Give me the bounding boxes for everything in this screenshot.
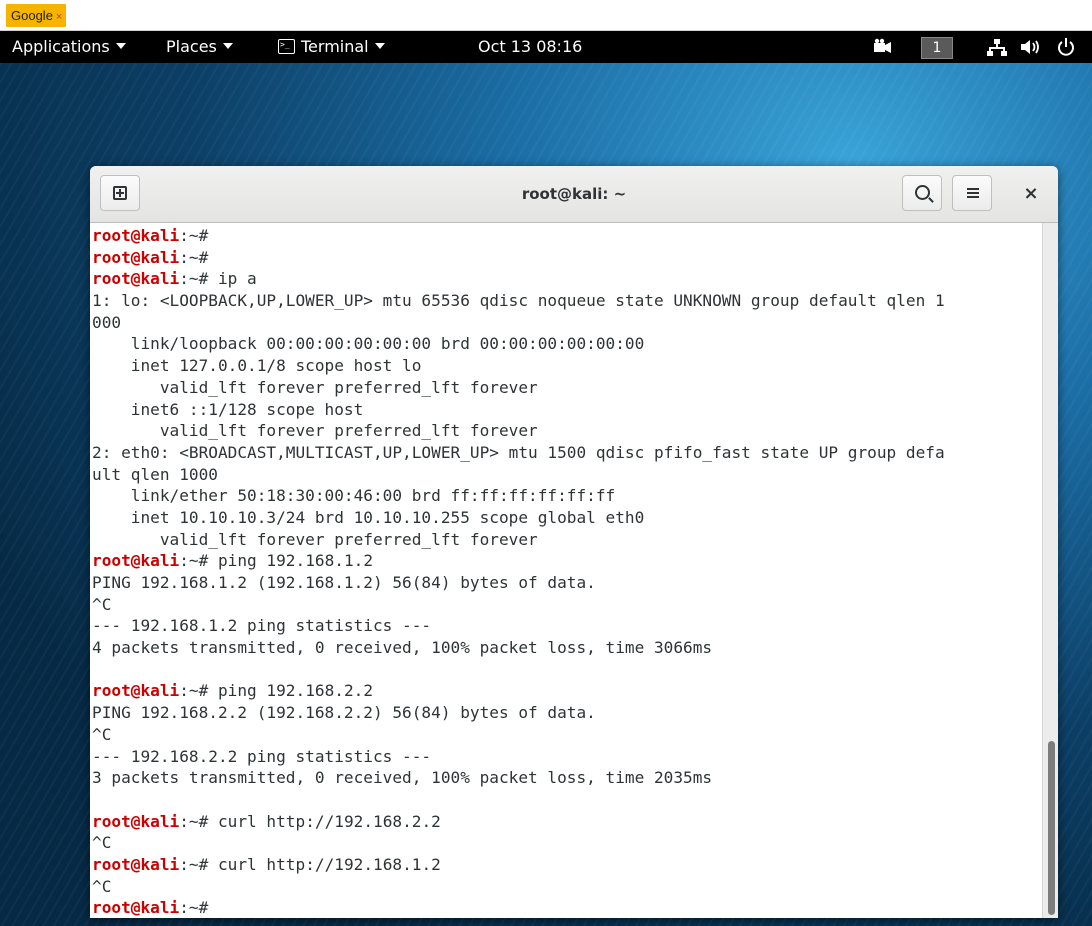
browser-tab-strip: Google ×	[0, 0, 1092, 31]
top-panel: Applications Places Terminal Oct 13 08:1…	[0, 31, 1092, 63]
prompt-user: root@kali	[92, 898, 180, 918]
output-line: ult qlen 1000	[92, 464, 218, 484]
output-line: valid_lft forever preferred_lft forever	[92, 377, 538, 397]
prompt-line: root@kali:~#	[92, 247, 1042, 269]
tab-close-icon[interactable]: ×	[56, 11, 62, 23]
command-text: ip a	[208, 269, 257, 289]
chevron-down-icon	[115, 43, 126, 49]
prompt-path: :~#	[179, 811, 209, 831]
applications-label: Applications	[12, 37, 110, 56]
output-line: link/loopback 00:00:00:00:00:00 brd 00:0…	[92, 334, 645, 354]
workspace-number: 1	[921, 36, 953, 59]
chevron-down-icon	[222, 43, 233, 49]
terminal-app-menu[interactable]: Terminal	[278, 31, 385, 63]
prompt-user: root@kali	[92, 247, 180, 267]
prompt-path: :~#	[179, 551, 209, 571]
output-line: ^C	[92, 833, 112, 853]
terminal-icon	[278, 39, 295, 54]
prompt-line: root@kali:~# ip a	[92, 268, 1042, 290]
prompt-line: root@kali:~# ping 192.168.2.2	[92, 680, 1042, 702]
scrollbar[interactable]	[1042, 223, 1058, 918]
prompt-path: :~#	[179, 269, 209, 289]
hamburger-menu-icon	[967, 188, 979, 190]
output-line: PING 192.168.1.2 (192.168.1.2) 56(84) by…	[92, 573, 596, 592]
prompt-line: root@kali:~# curl http://192.168.1.2	[92, 854, 1042, 876]
output-line: ^C	[92, 876, 112, 896]
workspace-indicator[interactable]: 1	[921, 31, 953, 63]
prompt-line: root@kali:~# ping 192.168.1.2	[92, 550, 1042, 572]
applications-menu[interactable]: Applications	[12, 31, 126, 63]
clock[interactable]: Oct 13 08:16	[478, 31, 582, 63]
output-line: --- 192.168.1.2 ping statistics ---	[92, 616, 432, 636]
command-text: curl http://192.168.1.2	[208, 854, 441, 874]
prompt-line: root@kali:~#	[92, 225, 1042, 247]
browser-tab-label: Google	[11, 8, 53, 23]
output-line: 4 packets transmitted, 0 received, 100% …	[92, 638, 713, 658]
prompt-user: root@kali	[92, 811, 180, 831]
output-line: 2: eth0: <BROADCAST,MULTICAST,UP,LOWER_U…	[92, 442, 945, 462]
volume-icon[interactable]	[1020, 31, 1042, 63]
command-text: ping 192.168.1.2	[208, 551, 374, 571]
chevron-down-icon	[374, 43, 385, 49]
output-line: inet 127.0.0.1/8 scope host lo	[92, 356, 422, 376]
prompt-path: :~#	[179, 854, 209, 874]
output-line: ^C	[92, 724, 112, 744]
search-button[interactable]	[902, 175, 942, 211]
prompt-line: root@kali:~# curl http://192.168.2.2	[92, 811, 1042, 833]
power-icon[interactable]	[1056, 31, 1076, 63]
prompt-user: root@kali	[92, 854, 180, 874]
command-text: curl http://192.168.2.2	[208, 811, 441, 831]
prompt-user: root@kali	[92, 551, 180, 571]
video-camera-icon[interactable]	[873, 31, 893, 63]
output-line: --- 192.168.2.2 ping statistics ---	[92, 746, 432, 766]
output-line: valid_lft forever preferred_lft forever	[92, 421, 538, 441]
search-icon	[915, 185, 930, 200]
prompt-user: root@kali	[92, 226, 180, 245]
menu-button[interactable]	[952, 175, 992, 211]
output-line: link/ether 50:18:30:00:46:00 brd ff:ff:f…	[92, 486, 616, 506]
places-menu[interactable]: Places	[166, 31, 233, 63]
prompt-path: :~#	[179, 247, 209, 267]
terminal-output[interactable]: root@kali:~# root@kali:~# root@kali:~# ip …	[90, 223, 1042, 918]
terminal-lines: root@kali:~# root@kali:~# root@kali:~# ip …	[90, 223, 1042, 918]
prompt-user: root@kali	[92, 681, 180, 701]
browser-tab[interactable]: Google ×	[6, 4, 67, 27]
prompt-user: root@kali	[92, 269, 180, 289]
prompt-path: :~#	[179, 681, 209, 701]
output-line: 000	[92, 312, 122, 332]
output-line: PING 192.168.2.2 (192.168.2.2) 56(84) by…	[92, 703, 596, 723]
output-line: 3 packets transmitted, 0 received, 100% …	[92, 768, 713, 788]
network-icon[interactable]	[987, 31, 1007, 63]
close-button[interactable]: ×	[1016, 166, 1046, 222]
scrollbar-thumb[interactable]	[1048, 741, 1055, 915]
output-line: ^C	[92, 594, 112, 614]
output-line: inet6 ::1/128 scope host	[92, 399, 364, 419]
prompt-path: :~#	[179, 226, 209, 245]
output-line: 1: lo: <LOOPBACK,UP,LOWER_UP> mtu 65536 …	[92, 291, 945, 311]
terminal-window: root@kali: ~ × root@kali:~# root@kali:~# r…	[90, 166, 1058, 918]
terminal-label: Terminal	[301, 37, 369, 56]
window-headerbar: root@kali: ~ ×	[90, 166, 1058, 223]
output-line: valid_lft forever preferred_lft forever	[92, 529, 538, 549]
prompt-line: root@kali:~#	[92, 897, 1042, 918]
output-line: inet 10.10.10.3/24 brd 10.10.10.255 scop…	[92, 507, 645, 527]
command-text: ping 192.168.2.2	[208, 681, 374, 701]
prompt-path: :~#	[179, 898, 209, 918]
places-label: Places	[166, 37, 217, 56]
